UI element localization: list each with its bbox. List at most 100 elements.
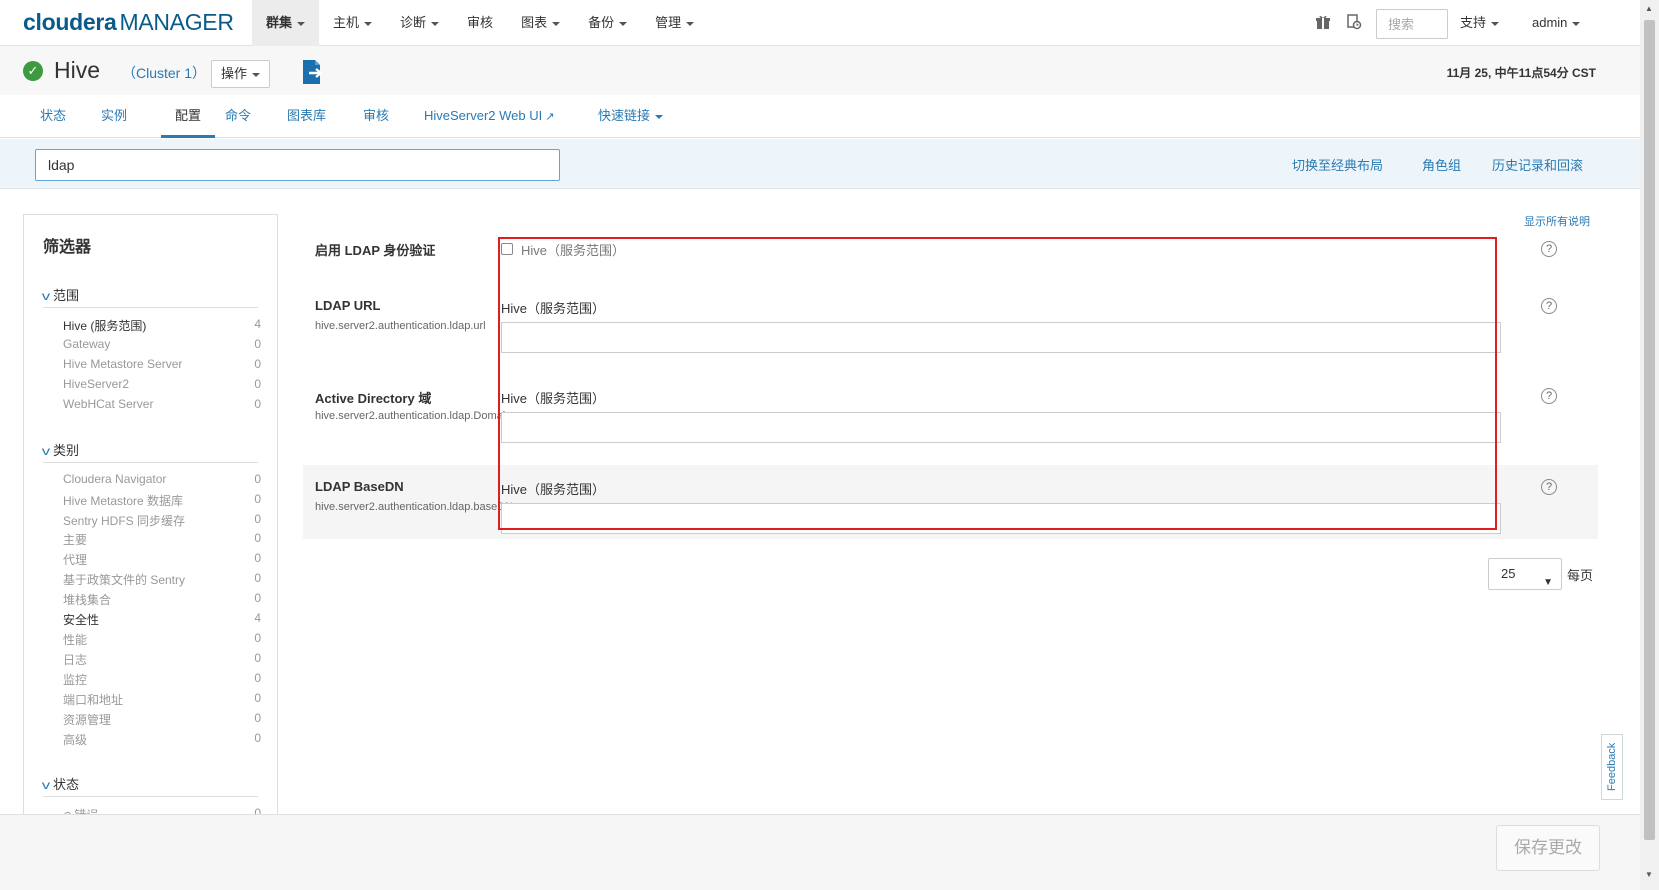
help-icon[interactable]: ? <box>1541 241 1557 257</box>
enable-ldap-checkbox[interactable] <box>501 243 513 255</box>
cloudera-manager-logo[interactable]: cloudera MANAGER <box>23 9 234 36</box>
nav-hosts[interactable]: 主机 <box>319 0 386 46</box>
filter-item[interactable]: 主要 0 <box>63 531 261 550</box>
filter-item[interactable]: 代理 0 <box>63 551 261 570</box>
filter-section-status[interactable]: v 状态 <box>42 774 79 793</box>
page-size-select[interactable]: 25 ▼ <box>1488 558 1562 590</box>
vertical-scrollbar[interactable]: ▲ ▼ <box>1640 0 1659 890</box>
tab-hiveserver2-webui[interactable]: HiveServer2 Web UI ↗ <box>424 95 554 138</box>
nav-diagnostics-label: 诊断 <box>400 15 427 30</box>
chevron-down-icon <box>252 72 260 77</box>
nav-audits[interactable]: 审核 <box>453 0 507 46</box>
cluster-link[interactable]: （Cluster 1） <box>122 63 206 83</box>
filter-item[interactable]: Hive (服务范围) 4 <box>63 317 261 336</box>
nav-charts[interactable]: 图表 <box>507 0 574 46</box>
tab-instances[interactable]: 实例 <box>101 95 127 138</box>
tab-hiveserver2-webui-label: HiveServer2 Web UI <box>424 108 543 123</box>
role-groups-link[interactable]: 角色组 <box>1422 155 1461 174</box>
filter-title: 筛选器 <box>43 239 92 256</box>
scrollbar-thumb[interactable] <box>1644 20 1655 840</box>
filter-item[interactable]: 高级 0 <box>63 731 261 750</box>
filter-item[interactable]: 堆栈集合 0 <box>63 591 261 610</box>
nav-backup[interactable]: 备份 <box>574 0 641 46</box>
nav-user-menu[interactable]: admin <box>1532 0 1581 46</box>
config-key: hive.server2.authentication.ldap.baseDN <box>315 501 514 513</box>
actions-button[interactable]: 操作 <box>211 60 270 88</box>
chevron-down-icon <box>655 114 664 119</box>
feedback-tab[interactable]: Feedback <box>1601 734 1623 800</box>
feedback-label: Feedback <box>1606 742 1618 791</box>
footer-bar: 保存更改 <box>0 814 1640 890</box>
tab-chart-library[interactable]: 图表库 <box>287 95 326 138</box>
nav-diagnostics[interactable]: 诊断 <box>386 0 453 46</box>
show-all-descriptions-link[interactable]: 显示所有说明 <box>1524 213 1590 229</box>
filter-item[interactable]: HiveServer2 0 <box>63 377 261 396</box>
filter-item[interactable]: 资源管理 0 <box>63 711 261 730</box>
ldap-url-input[interactable] <box>501 322 1501 353</box>
help-icon[interactable]: ? <box>1541 479 1557 495</box>
main-nav-menu: 群集 主机 诊断 审核 图表 备份 管理 <box>252 0 708 46</box>
filter-item-count: 0 <box>254 512 261 526</box>
nav-support[interactable]: 支持 <box>1460 0 1500 46</box>
config-scope-label: Hive（服务范围） <box>501 301 606 316</box>
config-filter-input[interactable] <box>35 149 560 181</box>
filter-item[interactable]: 安全性 4 <box>63 611 261 630</box>
tab-configuration[interactable]: 配置 <box>161 95 216 138</box>
filter-item[interactable]: 性能 0 <box>63 631 261 650</box>
chevron-down-icon <box>619 21 628 26</box>
service-header: ✓ Hive （Cluster 1） 操作 11月 25, 中午11点54分 C… <box>0 46 1640 95</box>
filter-item[interactable]: Sentry HDFS 同步缓存 0 <box>63 512 261 531</box>
filter-item[interactable]: WebHCat Server 0 <box>63 397 261 416</box>
filter-item-count: 0 <box>254 591 261 605</box>
search-input[interactable] <box>1376 9 1448 39</box>
filter-item[interactable]: Hive Metastore Server 0 <box>63 357 261 376</box>
filter-item-count: 0 <box>254 397 261 411</box>
tab-audits[interactable]: 审核 <box>363 95 389 138</box>
filter-item-label: WebHCat Server <box>63 397 154 411</box>
filter-item[interactable]: ⊗错误0 <box>63 806 261 814</box>
export-icon-svg <box>303 60 323 84</box>
filter-item-label: Gateway <box>63 337 111 351</box>
filter-section-scope[interactable]: v 范围 <box>42 285 79 304</box>
nav-clusters[interactable]: 群集 <box>252 0 320 46</box>
config-key: hive.server2.authentication.ldap.url <box>315 320 486 332</box>
export-config-icon[interactable] <box>300 58 326 86</box>
filter-item[interactable]: Hive Metastore 数据库 0 <box>63 492 261 511</box>
config-scope-label: Hive（服务范围） <box>501 391 606 406</box>
filter-item-count: 0 <box>254 551 261 565</box>
tab-quick-links-label: 快速链接 <box>598 108 651 123</box>
filter-item-count: 0 <box>254 531 261 545</box>
help-icon[interactable]: ? <box>1541 298 1557 314</box>
ldap-basedn-input[interactable] <box>501 503 1501 534</box>
chevron-down-icon <box>1572 21 1581 26</box>
history-rollback-link[interactable]: 历史记录和回滚 <box>1492 155 1583 174</box>
tab-status[interactable]: 状态 <box>40 95 66 138</box>
filter-item[interactable]: Gateway 0 <box>63 337 261 356</box>
switch-classic-layout-link[interactable]: 切换至经典布局 <box>1292 155 1383 174</box>
save-changes-button[interactable]: 保存更改 <box>1496 825 1600 871</box>
filter-section-category[interactable]: v 类别 <box>42 440 79 459</box>
filter-item[interactable]: 基于政策文件的 Sentry 0 <box>63 571 261 590</box>
filter-item[interactable]: 监控 0 <box>63 671 261 690</box>
filter-item[interactable]: 端口和地址 0 <box>63 691 261 710</box>
filter-item[interactable]: 日志 0 <box>63 651 261 670</box>
nav-charts-label: 图表 <box>521 15 548 30</box>
scroll-down-icon[interactable]: ▼ <box>1645 870 1653 879</box>
status-ok-icon: ✓ <box>23 61 43 81</box>
nav-admin[interactable]: 管理 <box>641 0 708 46</box>
filter-item-count: 0 <box>254 731 261 745</box>
filter-item[interactable]: Cloudera Navigator 0 <box>63 472 261 491</box>
external-link-icon: ↗ <box>545 111 555 123</box>
filter-item-label: HiveServer2 <box>63 377 130 391</box>
running-commands-icon[interactable] <box>1345 14 1363 32</box>
filter-item-count: 0 <box>254 651 261 665</box>
page-size-value: 25 <box>1501 566 1516 581</box>
tab-commands[interactable]: 命令 <box>225 95 251 138</box>
scroll-up-icon[interactable]: ▲ <box>1645 4 1653 13</box>
logo-text-cloudera: cloudera <box>23 9 117 35</box>
tab-quick-links[interactable]: 快速链接 <box>598 95 664 138</box>
ad-domain-input[interactable] <box>501 412 1501 443</box>
help-icon[interactable]: ? <box>1541 388 1557 404</box>
config-title: 启用 LDAP 身份验证 <box>315 243 436 258</box>
gift-icon[interactable] <box>1314 14 1332 32</box>
